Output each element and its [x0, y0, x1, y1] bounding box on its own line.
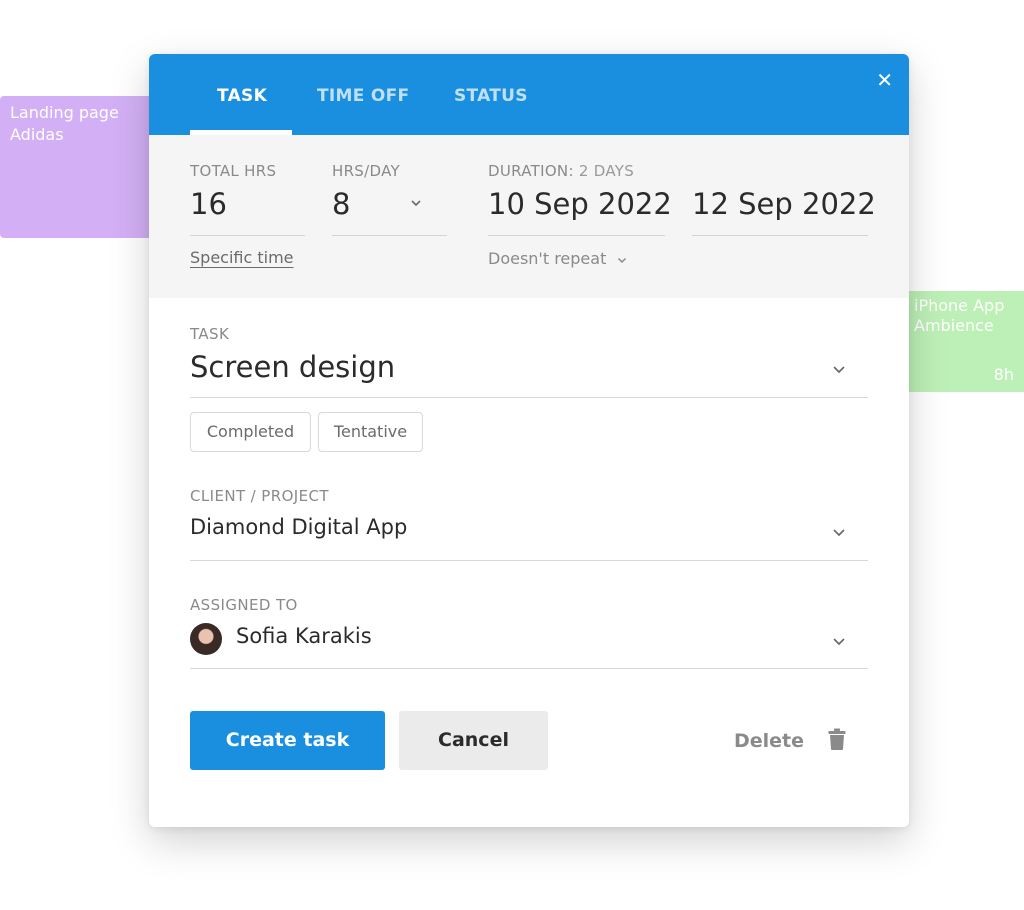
end-date-underline — [692, 235, 868, 236]
tentative-chip[interactable]: Tentative — [318, 412, 423, 452]
repeat-dropdown[interactable]: Doesn't repeat — [488, 249, 627, 268]
task-modal: TASK TIME OFF STATUS ✕ TOTAL HRS 16 Spec… — [149, 54, 909, 827]
duration-days: 2 DAYS — [578, 162, 635, 180]
schedule-card-hours: 8h — [993, 365, 1014, 384]
chevron-down-icon[interactable] — [832, 362, 846, 376]
assigned-to-select[interactable]: Sofia Karakis — [236, 624, 372, 648]
chevron-down-icon — [618, 257, 627, 263]
chevron-down-icon[interactable] — [832, 634, 846, 648]
duration-label: DURATION: 2 DAYS — [488, 162, 634, 180]
total-hrs-label: TOTAL HRS — [190, 162, 277, 180]
trash-icon[interactable] — [828, 728, 846, 750]
client-project-underline — [190, 560, 868, 561]
chevron-down-icon[interactable] — [832, 525, 846, 539]
task-field-underline — [190, 397, 868, 398]
schedule-card-landing-page[interactable]: Landing page Adidas — [0, 96, 150, 238]
assigned-to-label: ASSIGNED TO — [190, 596, 298, 614]
hrs-per-day-label: HRS/DAY — [332, 162, 400, 180]
assigned-to-underline — [190, 668, 868, 669]
total-hrs-input[interactable]: 16 — [190, 187, 227, 221]
task-field-label: TASK — [190, 325, 230, 343]
cancel-button[interactable]: Cancel — [399, 711, 548, 770]
close-icon[interactable]: ✕ — [876, 68, 893, 92]
repeat-value: Doesn't repeat — [488, 249, 607, 268]
total-hrs-underline — [190, 235, 305, 236]
specific-time-link[interactable]: Specific time — [190, 248, 294, 267]
schedule-card-title: iPhone App Ambience — [914, 296, 1005, 335]
task-select[interactable]: Screen design — [190, 350, 395, 384]
client-project-select[interactable]: Diamond Digital App — [190, 515, 407, 539]
hrs-per-day-select[interactable]: 8 — [332, 187, 350, 221]
tab-status[interactable]: STATUS — [454, 86, 528, 106]
chevron-down-icon[interactable] — [410, 197, 422, 209]
create-task-button[interactable]: Create task — [190, 711, 385, 770]
delete-button[interactable]: Delete — [734, 730, 804, 752]
schedule-card-title: Landing page Adidas — [10, 103, 119, 144]
client-project-label: CLIENT / PROJECT — [190, 487, 329, 505]
modal-tabs-bar: TASK TIME OFF STATUS ✕ — [149, 54, 909, 135]
avatar — [190, 623, 222, 655]
end-date-input[interactable]: 12 Sep 2022 — [692, 187, 876, 221]
tab-task[interactable]: TASK — [217, 86, 267, 106]
hrs-per-day-underline — [332, 235, 447, 236]
duration-label-text: DURATION: — [488, 162, 574, 180]
completed-chip[interactable]: Completed — [190, 412, 311, 452]
schedule-card-iphone-app[interactable]: iPhone App Ambience 8h — [908, 291, 1024, 392]
time-summary-panel: TOTAL HRS 16 Specific time HRS/DAY 8 DUR… — [149, 135, 909, 298]
start-date-input[interactable]: 10 Sep 2022 — [488, 187, 672, 221]
tab-time-off[interactable]: TIME OFF — [317, 86, 409, 106]
start-date-underline — [488, 235, 665, 236]
